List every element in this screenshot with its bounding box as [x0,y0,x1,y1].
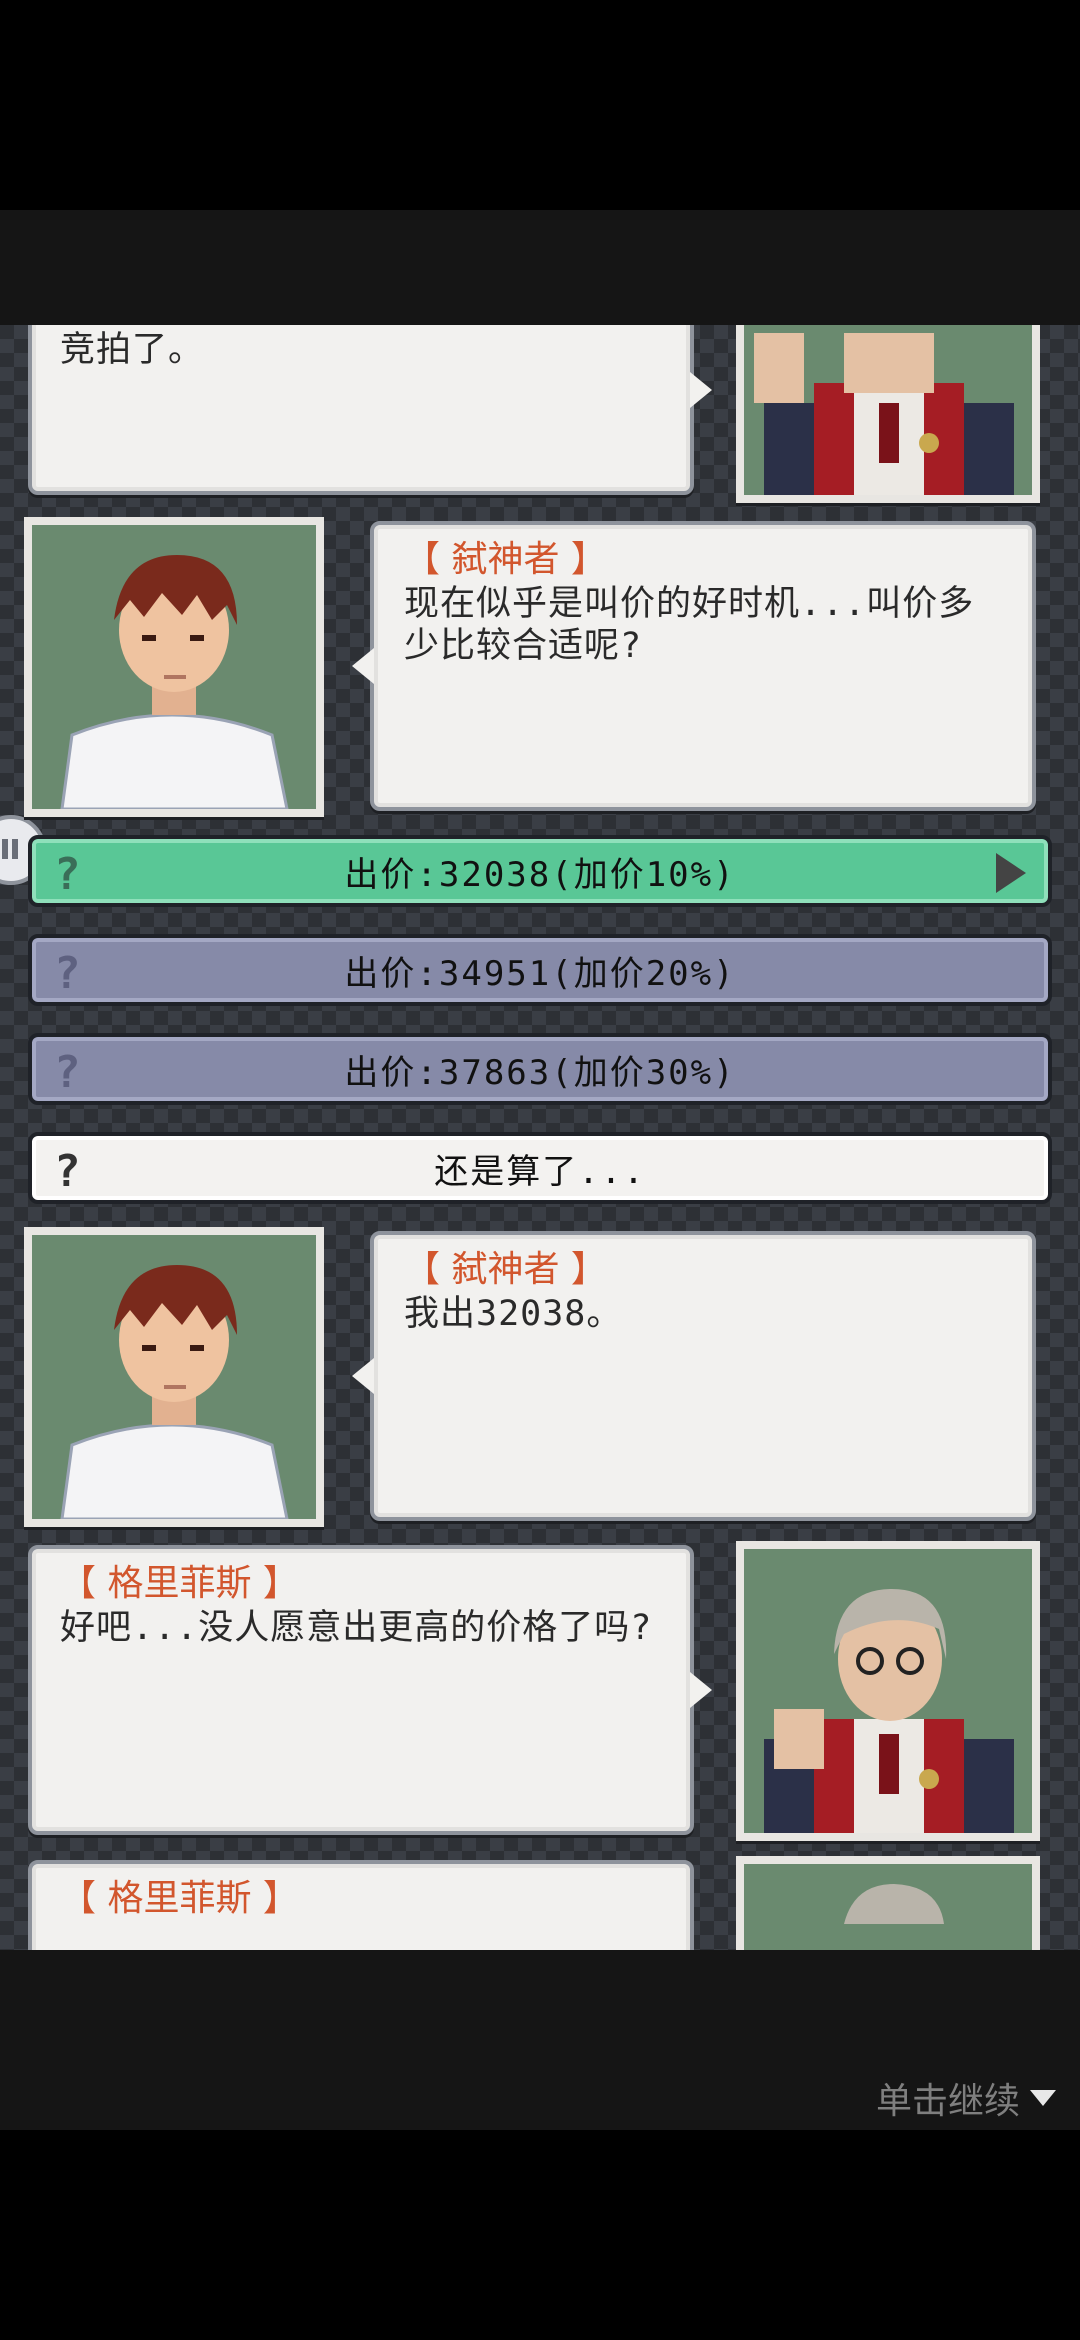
tap-to-continue[interactable]: 单击继续 [876,2072,1057,2124]
player-portrait [24,1227,324,1527]
speaker-name: 【 格里菲斯 】 [60,1563,299,1604]
griffith-portrait [736,1856,1040,1950]
dialogue-text: 我出32038。 [404,1294,623,1334]
griffith-sprite [764,1589,1014,1833]
griffith-portrait [736,1541,1040,1841]
choice-label: 出价:32038(加价10%) [344,854,736,895]
play-arrow-icon [996,853,1026,893]
triangle-down-icon [1030,2090,1057,2106]
dialogue-text: 现在似乎是叫价的好时机...叫价多少比较合适呢? [404,584,975,666]
speaker-name: 【 格里菲斯 】 [60,1878,299,1919]
choice-label: 还是算了... [434,1151,646,1192]
question-mark-icon: ? [54,1146,83,1197]
player-dialogue-bubble: 【 弑神者 】 现在似乎是叫价的好时机...叫价多少比较合适呢? [352,521,1036,811]
cancel-bid-option[interactable]: ? 还是算了... [28,1132,1052,1204]
question-mark-icon: ? [54,849,83,900]
letterbox-top [0,0,1080,210]
dialogue-log[interactable]: 竞拍了。 【 弑神者 】 现在似乎是叫价的好时机...叫价多少比较合适呢? ? … [0,325,1080,1950]
speaker-name: 【 弑神者 】 [404,1249,607,1290]
griffith-portrait [736,325,1040,503]
player-portrait [24,517,324,817]
bid-option-20[interactable]: ? 出价:34951(加价20%) [28,934,1052,1006]
continue-label: 单击继续 [876,2081,1021,2122]
dialogue-text: 竞拍了。 [60,330,205,370]
npc-dialogue-bubble: 【 格里菲斯 】 好吧...没人愿意出更高的价格了吗? [28,1545,712,1835]
choice-label: 出价:37863(加价30%) [344,1052,736,1093]
npc-dialogue-bubble: 竞拍了。 [28,325,712,495]
npc-dialogue-bubble: 【 格里菲斯 】 [28,1860,694,1950]
player-sprite [60,1265,289,1519]
griffith-sprite [754,333,1014,495]
player-sprite [60,555,289,809]
bid-option-10[interactable]: ? 出价:32038(加价10%) [28,835,1052,907]
player-dialogue-bubble: 【 弑神者 】 我出32038。 [352,1231,1036,1521]
question-mark-icon: ? [54,1047,83,1098]
bid-option-30[interactable]: ? 出价:37863(加价30%) [28,1033,1052,1105]
question-mark-icon: ? [54,948,83,999]
top-band [0,210,1080,325]
letterbox-bottom [0,2130,1080,2340]
choice-label: 出价:34951(加价20%) [344,953,736,994]
griffith-sprite [844,1884,944,1924]
pause-icon [2,839,8,859]
speaker-name: 【 弑神者 】 [404,539,607,580]
dialogue-text: 好吧...没人愿意出更高的价格了吗? [60,1608,653,1648]
